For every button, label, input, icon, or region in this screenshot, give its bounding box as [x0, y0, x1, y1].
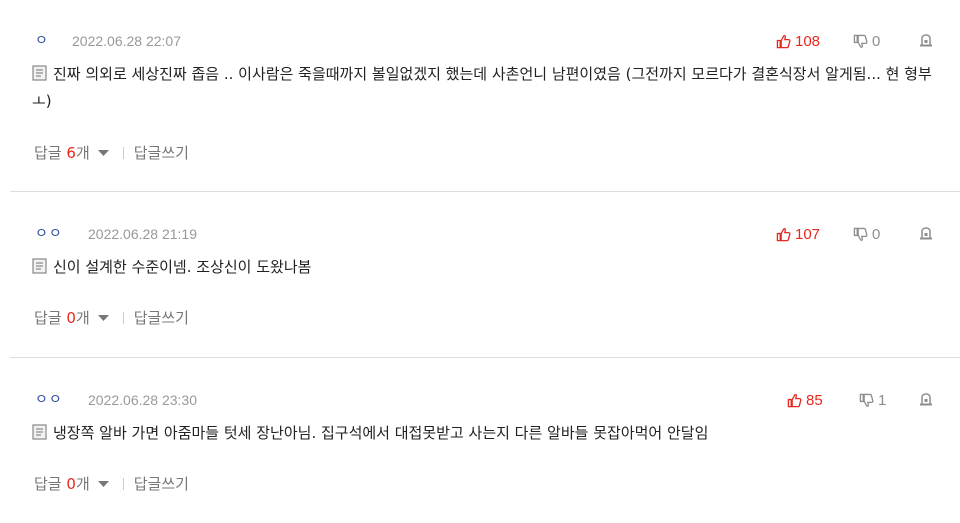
upvote-button[interactable]: 108: [776, 31, 820, 51]
comment-date: 2022.06.28 23:30: [88, 392, 197, 408]
comment-item: ㅇㅇ 2022.06.28 23:30 85 1 냉장쪽 알바 가면 아줌마들 …: [10, 390, 960, 500]
comment-meta: ㅇ 2022.06.28 22:07 108 0: [10, 31, 960, 51]
reply-count: 0: [66, 475, 76, 493]
chevron-down-icon: [97, 480, 109, 487]
separator: [122, 147, 124, 159]
thumbs-down-icon: [853, 227, 868, 241]
comment-date: 2022.06.28 21:19: [88, 226, 197, 242]
comment-date: 2022.06.28 22:07: [72, 33, 181, 49]
document-icon: [32, 65, 47, 81]
report-button[interactable]: [918, 32, 936, 50]
downvote-button[interactable]: 0: [853, 224, 880, 244]
upvote-button[interactable]: 85: [787, 390, 823, 410]
reply-bar: 답글 0개 답글쓰기: [34, 474, 189, 494]
upvote-button[interactable]: 107: [776, 224, 820, 244]
reply-bar: 답글 0개 답글쓰기: [34, 308, 189, 328]
thumbs-down-icon: [859, 393, 874, 407]
comment-divider: [10, 357, 960, 358]
upvote-count: 107: [795, 225, 821, 243]
comment-body: 신이 설계한 수준이넴. 조상신이 도왔나봄: [32, 254, 952, 281]
separator: [122, 478, 124, 490]
reply-label: 답글: [34, 309, 62, 327]
toggle-replies-button[interactable]: 답글 6개: [34, 143, 115, 163]
write-reply-button[interactable]: 답글쓰기: [134, 474, 189, 494]
comment-list: ㅇ 2022.06.28 22:07 108 0 진짜 의외로 세상진짜 좁음 …: [0, 0, 960, 523]
thumbs-down-icon: [853, 34, 868, 48]
downvote-button[interactable]: 1: [859, 390, 886, 410]
reply-label: 답글: [34, 144, 62, 162]
report-button[interactable]: [918, 225, 936, 243]
comment-item: ㅇㅇ 2022.06.28 21:19 107 0 신이 설계한 수준이넴. 조…: [10, 224, 960, 334]
comment-meta: ㅇㅇ 2022.06.28 23:30 85 1: [10, 390, 960, 410]
thumbs-up-icon: [776, 34, 791, 48]
comment-body: 진짜 의외로 세상진짜 좁음 .. 이사람은 죽을때까지 볼일없겠지 했는데 사…: [32, 61, 952, 115]
reply-count: 0: [66, 309, 76, 327]
comment-body: 냉장쪽 알바 가면 아줌마들 텃세 장난아님. 집구석에서 대접못받고 사는지 …: [32, 420, 952, 447]
comment-divider: [10, 191, 960, 192]
comment-item: ㅇ 2022.06.28 22:07 108 0 진짜 의외로 세상진짜 좁음 …: [10, 31, 960, 171]
reply-bar: 답글 6개 답글쓰기: [34, 143, 189, 163]
write-reply-button[interactable]: 답글쓰기: [134, 143, 189, 163]
downvote-count: 1: [878, 391, 887, 409]
document-icon: [32, 258, 47, 274]
comment-nickname[interactable]: ㅇ: [35, 31, 49, 51]
comment-nickname[interactable]: ㅇㅇ: [35, 390, 63, 410]
document-icon: [32, 424, 47, 440]
comment-text: 냉장쪽 알바 가면 아줌마들 텃세 장난아님. 집구석에서 대접못받고 사는지 …: [53, 424, 709, 442]
toggle-replies-button[interactable]: 답글 0개: [34, 308, 115, 328]
report-icon: [920, 393, 932, 406]
report-icon: [920, 34, 932, 47]
report-icon: [920, 227, 932, 240]
downvote-count: 0: [872, 225, 881, 243]
chevron-down-icon: [97, 314, 109, 321]
thumbs-up-icon: [776, 227, 791, 241]
separator: [122, 312, 124, 324]
chevron-down-icon: [97, 149, 109, 156]
comment-text: 신이 설계한 수준이넴. 조상신이 도왔나봄: [53, 258, 312, 276]
comment-nickname[interactable]: ㅇㅇ: [35, 224, 63, 244]
downvote-count: 0: [872, 32, 881, 50]
reply-unit: 개: [75, 475, 90, 493]
toggle-replies-button[interactable]: 답글 0개: [34, 474, 115, 494]
reply-unit: 개: [75, 144, 90, 162]
reply-count: 6: [66, 144, 76, 162]
thumbs-up-icon: [787, 393, 802, 407]
reply-unit: 개: [75, 309, 90, 327]
downvote-button[interactable]: 0: [853, 31, 880, 51]
upvote-count: 85: [806, 391, 823, 409]
report-button[interactable]: [918, 391, 936, 409]
upvote-count: 108: [795, 32, 821, 50]
comment-text: 진짜 의외로 세상진짜 좁음 .. 이사람은 죽을때까지 볼일없겠지 했는데 사…: [32, 65, 932, 110]
comment-meta: ㅇㅇ 2022.06.28 21:19 107 0: [10, 224, 960, 244]
reply-label: 답글: [34, 475, 62, 493]
write-reply-button[interactable]: 답글쓰기: [134, 308, 189, 328]
